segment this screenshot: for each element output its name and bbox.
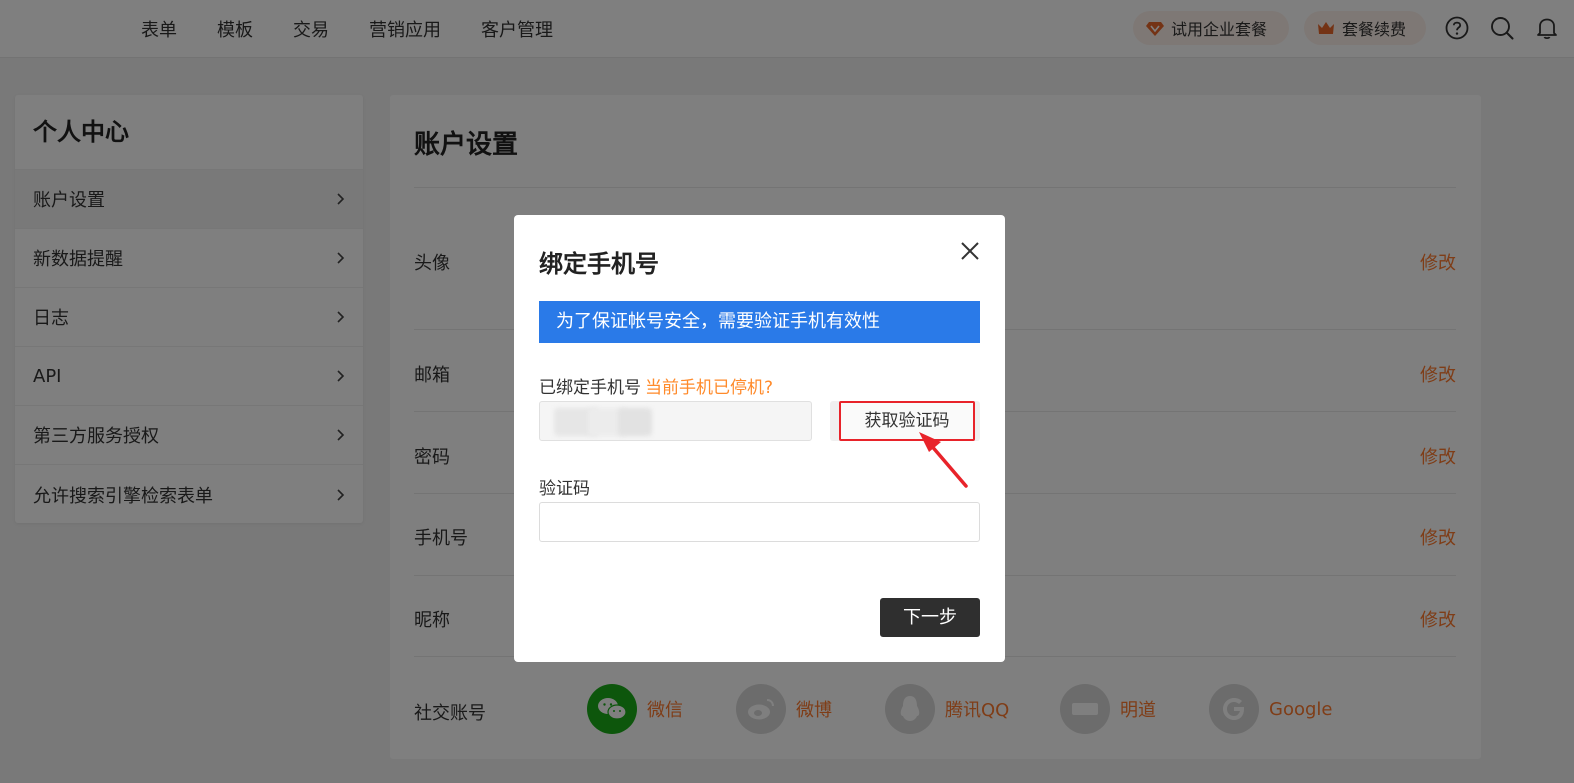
- security-notice-banner: 为了保证帐号安全，需要验证手机有效性: [539, 301, 980, 343]
- next-step-button[interactable]: 下一步: [880, 598, 980, 637]
- bound-phone-label: 已绑定手机号 当前手机已停机?: [539, 373, 773, 398]
- verification-code-input[interactable]: [539, 502, 980, 542]
- verification-code-label: 验证码: [539, 479, 590, 499]
- bound-phone-label-text: 已绑定手机号: [539, 378, 641, 398]
- annotation-arrow-icon: [919, 432, 968, 488]
- dialog-title: 绑定手机号: [539, 250, 659, 278]
- redacted-phone-segment: [618, 408, 652, 436]
- close-icon[interactable]: [959, 240, 981, 262]
- bound-phone-field: [539, 401, 812, 441]
- phone-suspended-link[interactable]: 当前手机已停机?: [645, 378, 773, 398]
